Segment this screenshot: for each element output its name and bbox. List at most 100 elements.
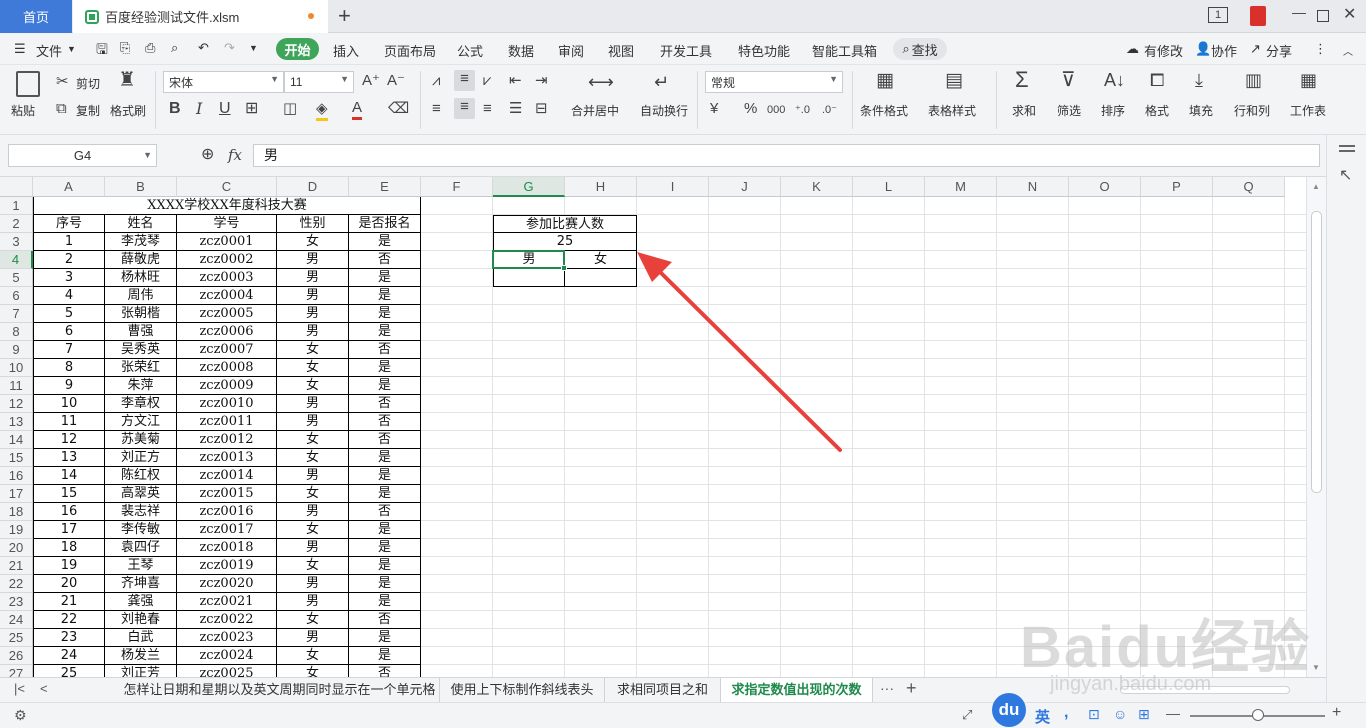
align-left-icon[interactable]: ≡ <box>432 100 441 118</box>
cell-style-icon[interactable]: ◫ <box>283 100 297 118</box>
table-cell[interactable]: 1 <box>33 233 105 251</box>
table-cell[interactable]: 是 <box>349 575 421 593</box>
fill-icon[interactable]: ⤓ <box>1195 71 1203 89</box>
row-header[interactable]: 10 <box>0 359 33 377</box>
minimize-button[interactable]: — <box>1292 4 1306 20</box>
table-header-cell[interactable]: 学号 <box>177 215 277 233</box>
table-cell[interactable]: 苏美菊 <box>105 431 177 449</box>
app-center-icon[interactable] <box>1250 6 1266 26</box>
table-cell[interactable]: 是 <box>349 521 421 539</box>
table-cell[interactable]: zcz0023 <box>177 629 277 647</box>
table-cell[interactable]: 朱萍 <box>105 377 177 395</box>
align-middle-icon[interactable]: ≡ <box>454 70 475 91</box>
share-button[interactable]: 分享 <box>1266 41 1292 60</box>
table-cell[interactable]: 女 <box>277 377 349 395</box>
table-cell[interactable]: 男 <box>277 395 349 413</box>
table-cell[interactable]: 否 <box>349 341 421 359</box>
collaborate-button[interactable]: 协作 <box>1211 41 1237 60</box>
table-cell[interactable]: 男 <box>277 575 349 593</box>
ime-toolbox-icon[interactable]: ⊡ <box>1088 706 1100 723</box>
table-header-cell[interactable]: 是否报名 <box>349 215 421 233</box>
thousands-icon[interactable]: 000 <box>767 101 785 119</box>
add-sheet-button[interactable]: + <box>906 678 917 699</box>
table-cell[interactable]: zcz0005 <box>177 305 277 323</box>
filter-button[interactable]: 筛选 <box>1057 102 1081 119</box>
cursor-icon[interactable]: ↖ <box>1339 165 1352 185</box>
table-cell[interactable]: 10 <box>33 395 105 413</box>
table-cell[interactable]: 女 <box>277 647 349 665</box>
tab-smart-toolbox[interactable]: 智能工具箱 <box>812 41 877 60</box>
column-header[interactable]: G <box>493 177 565 197</box>
tab-view[interactable]: 视图 <box>608 41 634 60</box>
table-cell[interactable]: 否 <box>349 395 421 413</box>
row-header[interactable]: 23 <box>0 593 33 611</box>
ime-grid-icon[interactable]: ⊞ <box>1138 706 1150 723</box>
table-cell[interactable]: 是 <box>349 377 421 395</box>
table-cell[interactable]: 龚强 <box>105 593 177 611</box>
table-cell[interactable]: 李传敏 <box>105 521 177 539</box>
row-header[interactable]: 12 <box>0 395 33 413</box>
table-cell[interactable]: zcz0021 <box>177 593 277 611</box>
search-button[interactable]: ⌕ 查找 <box>893 38 947 60</box>
table-cell[interactable]: 男 <box>277 269 349 287</box>
table-cell[interactable]: 是 <box>349 629 421 647</box>
table-cell[interactable]: 否 <box>349 665 421 677</box>
print-icon[interactable]: ⎙ <box>145 40 155 56</box>
row-header[interactable]: 7 <box>0 305 33 323</box>
scissors-icon[interactable]: ✂ <box>56 73 69 91</box>
column-header[interactable]: A <box>33 177 105 197</box>
more-sheets-button[interactable]: ··· <box>880 680 894 696</box>
table-cell[interactable]: 11 <box>33 413 105 431</box>
table-cell[interactable]: 是 <box>349 359 421 377</box>
row-header[interactable]: 22 <box>0 575 33 593</box>
font-size-select[interactable]: 11 ▼ <box>284 71 354 93</box>
tab-data[interactable]: 数据 <box>508 41 534 60</box>
zoom-in-icon[interactable]: + <box>1332 704 1341 722</box>
table-cell[interactable]: zcz0003 <box>177 269 277 287</box>
column-header[interactable]: E <box>349 177 421 197</box>
table-cell[interactable]: zcz0024 <box>177 647 277 665</box>
home-tab[interactable]: 首页 <box>0 0 72 33</box>
table-cell[interactable]: 男 <box>277 539 349 557</box>
align-right-icon[interactable]: ≡ <box>483 100 492 118</box>
table-cell[interactable]: 是 <box>349 557 421 575</box>
table-cell[interactable]: 否 <box>349 251 421 269</box>
table-cell[interactable]: 19 <box>33 557 105 575</box>
decrease-font-icon[interactable]: A⁻ <box>387 72 405 90</box>
table-cell[interactable]: 是 <box>349 305 421 323</box>
table-cell[interactable]: 16 <box>33 503 105 521</box>
filter-icon[interactable]: ⊽ <box>1061 70 1076 90</box>
copy-button[interactable]: 复制 <box>76 102 100 119</box>
table-header-cell[interactable]: 序号 <box>33 215 105 233</box>
row-header[interactable]: 8 <box>0 323 33 341</box>
table-cell[interactable]: zcz0007 <box>177 341 277 359</box>
table-cell[interactable]: zcz0010 <box>177 395 277 413</box>
table-cell[interactable]: 是 <box>349 287 421 305</box>
table-cell[interactable]: 女 <box>277 665 349 677</box>
hamburger-icon[interactable]: ☰ <box>14 41 26 57</box>
table-cell[interactable]: 女 <box>277 485 349 503</box>
table-cell[interactable]: zcz0016 <box>177 503 277 521</box>
table-cell[interactable]: 高翠英 <box>105 485 177 503</box>
table-cell[interactable]: 王琴 <box>105 557 177 575</box>
table-cell[interactable]: zcz0015 <box>177 485 277 503</box>
table-cell[interactable]: 刘艳春 <box>105 611 177 629</box>
row-header[interactable]: 9 <box>0 341 33 359</box>
italic-icon[interactable]: I <box>196 100 202 118</box>
number-format-select[interactable]: 常规 ▼ <box>705 71 843 93</box>
table-cell[interactable]: 女 <box>277 359 349 377</box>
ime-punctuation-icon[interactable]: , <box>1064 704 1068 722</box>
table-cell[interactable]: 女 <box>277 449 349 467</box>
table-cell[interactable]: zcz0013 <box>177 449 277 467</box>
table-cell[interactable]: 17 <box>33 521 105 539</box>
tab-special-features[interactable]: 特色功能 <box>738 41 790 60</box>
table-cell[interactable]: zcz0008 <box>177 359 277 377</box>
conditional-format-button[interactable]: 条件格式 <box>860 102 908 119</box>
table-cell[interactable]: 25 <box>33 665 105 677</box>
table-cell[interactable]: 陈红权 <box>105 467 177 485</box>
close-button[interactable]: ✕ <box>1343 4 1356 24</box>
fill-color-icon[interactable]: ◈ <box>316 100 328 121</box>
table-cell[interactable]: zcz0011 <box>177 413 277 431</box>
format-button[interactable]: 格式 <box>1145 102 1169 119</box>
column-header[interactable]: M <box>925 177 997 197</box>
